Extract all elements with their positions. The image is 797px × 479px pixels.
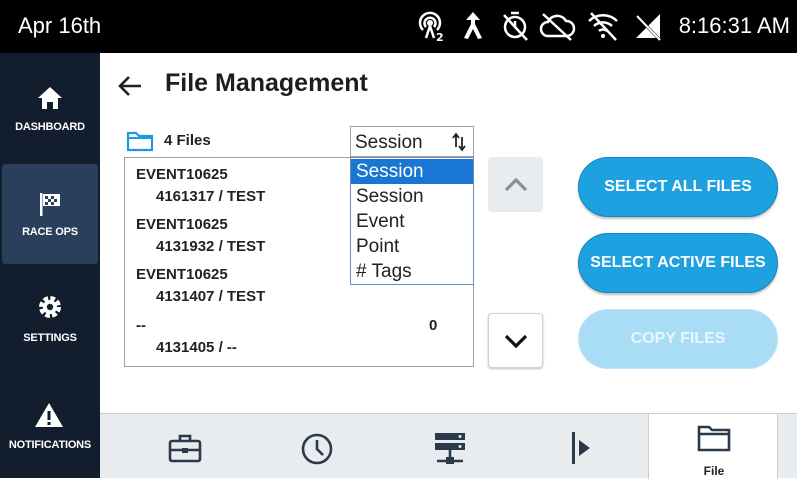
file-name: EVENT10625 (136, 166, 228, 183)
file-session: 4131407 / TEST (156, 288, 266, 305)
status-icons: 2 (412, 8, 668, 44)
checkered-flag-icon (40, 193, 60, 216)
sidebar-item-label: DASHBOARD (15, 121, 85, 133)
sort-option-event[interactable]: Event (351, 209, 473, 234)
sidebar-item-notifications[interactable]: NOTIFICATIONS (0, 375, 100, 475)
sort-option-session[interactable]: Session (351, 184, 473, 209)
status-time: 8:16:31 AM (678, 13, 790, 38)
chevron-down-icon (504, 334, 528, 349)
folder-icon (697, 425, 731, 452)
back-arrow-icon[interactable] (117, 73, 143, 99)
tab-playback[interactable] (518, 414, 648, 479)
sidebar-item-label: RACE OPS (22, 226, 78, 238)
gear-icon (39, 296, 61, 318)
file-tag-count: 0 (429, 317, 438, 334)
file-name: -- (136, 317, 146, 334)
tab-network[interactable] (385, 414, 515, 479)
server-network-icon (435, 433, 465, 464)
cloud-off-icon (539, 13, 576, 41)
wifi-off-icon (588, 12, 618, 41)
sort-select[interactable]: Session (350, 126, 474, 157)
tab-history[interactable] (253, 414, 383, 479)
scroll-up-button[interactable] (488, 157, 543, 212)
file-session: 4161317 / TEST (156, 188, 266, 205)
signal-off-icon (633, 12, 663, 43)
sort-dropdown: Session Session Event Point # Tags (350, 157, 474, 285)
file-session: 4131932 / TEST (156, 238, 266, 255)
timer-off-icon (503, 11, 528, 41)
sidebar-item-label: SETTINGS (23, 332, 77, 344)
tab-file-label: File (703, 464, 725, 478)
sort-option-point[interactable]: Point (351, 234, 473, 259)
sort-option-session-highlighted[interactable]: Session (351, 159, 473, 184)
sort-option-tags[interactable]: # Tags (351, 259, 473, 284)
sidebar-item-race-ops[interactable]: RACE OPS (2, 164, 98, 264)
file-name: EVENT10625 (136, 216, 228, 233)
warning-icon (35, 403, 63, 427)
home-icon (38, 87, 62, 109)
folder-icon (126, 131, 154, 152)
briefcase-icon (168, 434, 202, 463)
play-bar-icon (572, 432, 590, 464)
sort-arrows-icon (452, 132, 466, 152)
status-bar: Apr 16th 2 8:16:31 AM (0, 0, 797, 53)
sidebar-nav: DASHBOARD RACE OPS SETTINGS NOTIFICATION… (0, 53, 100, 478)
file-session: 4131405 / -- (156, 339, 237, 356)
select-all-files-button[interactable]: SELECT ALL FILES (578, 157, 778, 217)
sort-select-value: Session (355, 132, 423, 153)
select-active-files-button[interactable]: SELECT ACTIVE FILES (578, 233, 778, 293)
person-arrow-icon (464, 12, 482, 39)
tab-file[interactable]: File (648, 414, 778, 479)
scroll-down-button[interactable] (488, 313, 543, 368)
copy-files-button[interactable]: COPY FILES (578, 309, 778, 369)
broadcast-2-icon: 2 (418, 11, 444, 44)
sidebar-item-label: NOTIFICATIONS (8, 439, 92, 451)
file-count: 4 Files (164, 132, 211, 149)
tab-briefcase[interactable] (120, 414, 250, 479)
clock-icon (301, 433, 333, 465)
status-date: Apr 16th (18, 13, 102, 38)
sidebar-item-settings[interactable]: SETTINGS (0, 269, 100, 369)
bottom-tab-bar: File (100, 413, 797, 479)
file-name: EVENT10625 (136, 266, 228, 283)
svg-text:2: 2 (436, 31, 444, 44)
page-title: File Management (165, 69, 368, 97)
chevron-up-icon (504, 177, 528, 192)
sidebar-item-dashboard[interactable]: DASHBOARD (0, 61, 100, 161)
